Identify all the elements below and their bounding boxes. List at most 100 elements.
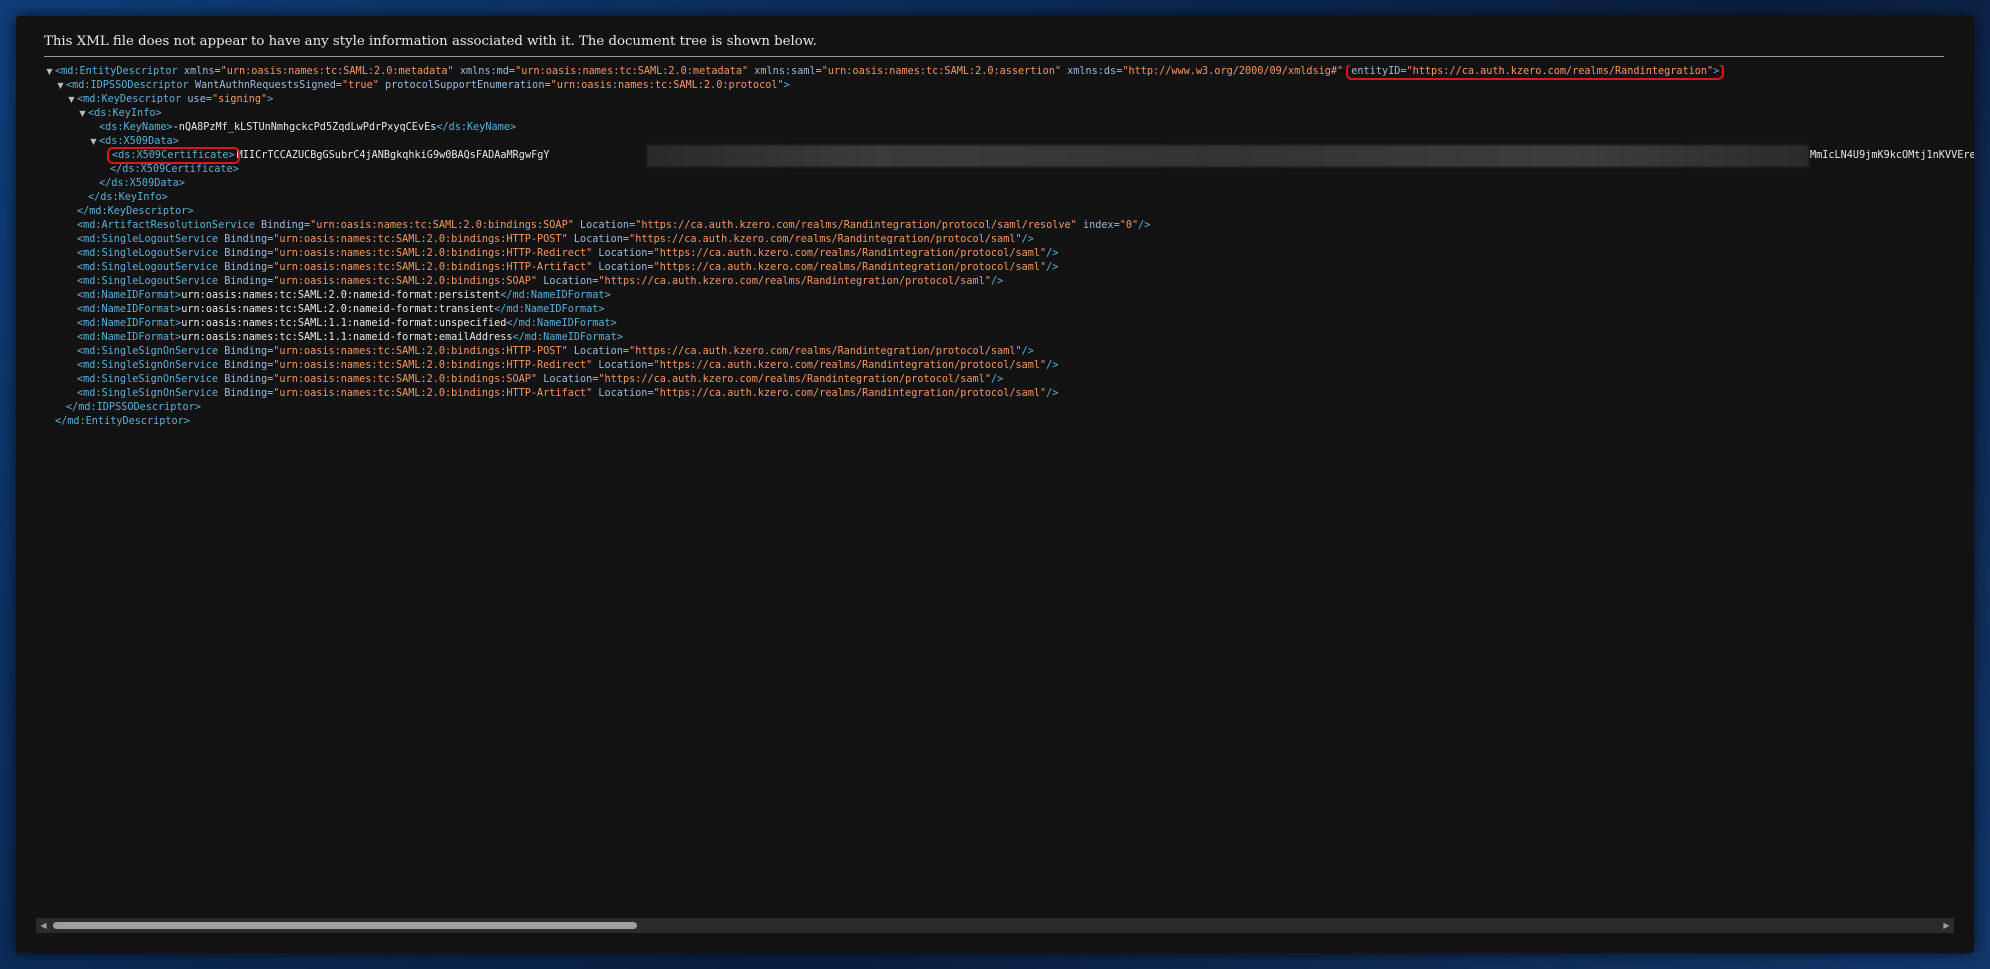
x509-data-close-tag: </ds:X509Data> bbox=[99, 178, 185, 189]
attr-value-protocol-support: "urn:oasis:names:tc:SAML:2.0:protocol" bbox=[550, 80, 784, 91]
attr-value-location: "https://ca.auth.kzero.com/realms/Randin… bbox=[598, 276, 991, 287]
attr-value-binding: "urn:oasis:names:tc:SAML:2.0:bindings:HT… bbox=[273, 360, 593, 371]
tag-close-bracket: > bbox=[267, 94, 274, 105]
self-close-bracket: /> bbox=[1046, 248, 1059, 259]
xml-line-single-logout-service: <md:SingleLogoutService Binding="urn:oas… bbox=[44, 275, 1974, 289]
self-close-bracket: /> bbox=[1021, 346, 1034, 357]
single-sign-on-service-tag: <md:SingleSignOnService bbox=[77, 360, 219, 371]
attr-name-binding: Binding bbox=[224, 248, 268, 259]
single-logout-service-tag: <md:SingleLogoutService bbox=[77, 234, 219, 245]
attr-name-xmlns: xmlns bbox=[183, 66, 215, 77]
key-descriptor-tag: <md:KeyDescriptor bbox=[77, 94, 182, 105]
key-info-tag: <ds:KeyInfo> bbox=[88, 108, 162, 119]
scrollbar-thumb[interactable] bbox=[53, 922, 637, 929]
collapse-toggle-icon[interactable]: ▼ bbox=[77, 107, 88, 121]
attr-value-binding: "urn:oasis:names:tc:SAML:2.0:bindings:SO… bbox=[273, 374, 538, 385]
horizontal-scrollbar[interactable]: ◀ ▶ bbox=[36, 918, 1954, 933]
xml-line-key-info: ▼ <ds:KeyInfo> bbox=[44, 107, 1974, 121]
collapse-toggle-icon[interactable]: ▼ bbox=[44, 65, 55, 79]
attr-value-binding: "urn:oasis:names:tc:SAML:2.0:bindings:HT… bbox=[273, 346, 568, 357]
attr-name-entity-id: entityID bbox=[1351, 66, 1401, 77]
xml-line-entity-descriptor: ▼ <md:EntityDescriptor xmlns="urn:oasis:n… bbox=[44, 65, 1974, 80]
attr-value-location: "https://ca.auth.kzero.com/realms/Randin… bbox=[635, 220, 1077, 231]
xml-line-single-logout-service: <md:SingleLogoutService Binding="urn:oas… bbox=[44, 261, 1974, 275]
attr-name-binding: Binding bbox=[224, 346, 268, 357]
xml-line-x509-certificate: <ds:X509Certificate> MIICrTCCAZUCBgGSubrC… bbox=[44, 145, 1974, 167]
certificate-content: <ds:X509Certificate> MIICrTCCAZUCBgGSubrC… bbox=[107, 145, 1974, 167]
xml-viewer-window: This XML file does not appear to have an… bbox=[16, 16, 1974, 953]
single-sign-on-service-tag: <md:SingleSignOnService bbox=[77, 346, 219, 357]
tag-close-bracket: > bbox=[1713, 66, 1720, 77]
attr-name-use: use bbox=[187, 94, 206, 105]
attr-name-xmlns-saml: xmlns:saml bbox=[754, 66, 816, 77]
attr-value-xmlns-saml: "urn:oasis:names:tc:SAML:2.0:assertion" bbox=[821, 66, 1061, 77]
nameid-format-open-tag: <md:NameIDFormat> bbox=[77, 290, 182, 301]
attr-name-location: Location bbox=[543, 374, 593, 385]
attr-name-binding: Binding bbox=[224, 234, 268, 245]
entity-descriptor-close-tag: </md:EntityDescriptor> bbox=[55, 416, 190, 427]
xml-line-x509-data-close: </ds:X509Data> bbox=[44, 177, 1974, 191]
attr-name-xmlns-ds: xmlns:ds bbox=[1067, 66, 1117, 77]
nameid-format-value: urn:oasis:names:tc:SAML:2.0:nameid-forma… bbox=[181, 290, 501, 301]
key-name-value: -nQA8PzMf_kLSTUnNmhgckcPd5ZqdLwPdrPxyqCE… bbox=[172, 122, 437, 133]
attr-name-binding: Binding bbox=[224, 262, 268, 273]
attr-value-location: "https://ca.auth.kzero.com/realms/Randin… bbox=[653, 360, 1047, 371]
xml-line-entity-descriptor-close: </md:EntityDescriptor> bbox=[44, 415, 1974, 429]
artifact-resolution-service-tag: <md:ArtifactResolutionService bbox=[77, 220, 255, 231]
attr-value-binding: "urn:oasis:names:tc:SAML:2.0:bindings:HT… bbox=[273, 234, 568, 245]
xml-line-nameid-format: <md:NameIDFormat>urn:oasis:names:tc:SAML… bbox=[44, 331, 1974, 345]
single-sign-on-service-tag: <md:SingleSignOnService bbox=[77, 374, 219, 385]
self-close-bracket: /> bbox=[1046, 388, 1059, 399]
xml-line-nameid-format: <md:NameIDFormat>urn:oasis:names:tc:SAML… bbox=[44, 303, 1974, 317]
xml-line-key-info-close: </ds:KeyInfo> bbox=[44, 191, 1974, 205]
collapse-toggle-icon[interactable]: ▼ bbox=[88, 135, 99, 149]
attr-value-binding: "urn:oasis:names:tc:SAML:2.0:bindings:HT… bbox=[273, 248, 593, 259]
xml-line-single-sign-on-service: <md:SingleSignOnService Binding="urn:oas… bbox=[44, 387, 1974, 401]
attr-value-location: "https://ca.auth.kzero.com/realms/Randin… bbox=[653, 248, 1047, 259]
nameid-format-open-tag: <md:NameIDFormat> bbox=[77, 332, 182, 343]
attr-value-location: "https://ca.auth.kzero.com/realms/Randin… bbox=[598, 374, 991, 385]
x509-certificate-close-tag: </ds:X509Certificate> bbox=[110, 164, 239, 175]
attr-value-use: "signing" bbox=[211, 94, 268, 105]
attr-name-location: Location bbox=[579, 220, 630, 231]
attr-name-index: index bbox=[1082, 220, 1114, 231]
self-close-bracket: /> bbox=[990, 374, 1004, 385]
xml-line-idpsso-descriptor: ▼ <md:IDPSSODescriptor WantAuthnRequestsS… bbox=[44, 79, 1974, 93]
attr-value-location: "https://ca.auth.kzero.com/realms/Randin… bbox=[629, 346, 1022, 357]
scroll-left-icon[interactable]: ◀ bbox=[36, 918, 51, 933]
xml-line-single-sign-on-service: <md:SingleSignOnService Binding="urn:oas… bbox=[44, 345, 1974, 359]
nameid-format-value: urn:oasis:names:tc:SAML:1.1:nameid-forma… bbox=[181, 332, 513, 343]
attr-value-location: "https://ca.auth.kzero.com/realms/Randin… bbox=[653, 388, 1047, 399]
xml-document-tree: ▼ <md:EntityDescriptor xmlns="urn:oasis:n… bbox=[44, 65, 1974, 925]
attr-name-protocol-support: protocolSupportEnumeration bbox=[384, 80, 545, 91]
attr-value-binding: "urn:oasis:names:tc:SAML:2.0:bindings:HT… bbox=[273, 262, 593, 273]
key-descriptor-close-tag: </md:KeyDescriptor> bbox=[77, 206, 194, 217]
attr-value-binding: "urn:oasis:names:tc:SAML:2.0:bindings:SO… bbox=[273, 276, 538, 287]
attr-value-binding: "urn:oasis:names:tc:SAML:2.0:bindings:SO… bbox=[310, 220, 574, 231]
nameid-format-value: urn:oasis:names:tc:SAML:2.0:nameid-forma… bbox=[181, 304, 495, 315]
collapse-toggle-icon[interactable]: ▼ bbox=[66, 93, 77, 107]
attr-value-want-authn: "true" bbox=[342, 80, 379, 91]
self-close-bracket: /> bbox=[1046, 262, 1059, 273]
attr-name-binding: Binding bbox=[224, 360, 268, 371]
certificate-value-start: MIICrTCCAZUCBgGSubrC4jANBgkqhkiG9w0BAQsF… bbox=[236, 150, 550, 161]
scroll-right-icon[interactable]: ▶ bbox=[1939, 918, 1954, 933]
single-logout-service-tag: <md:SingleLogoutService bbox=[77, 276, 219, 287]
entity-id-highlight: entityID="https://ca.auth.kzero.com/real… bbox=[1346, 65, 1725, 80]
attr-value-binding: "urn:oasis:names:tc:SAML:2.0:bindings:HT… bbox=[273, 388, 593, 399]
nameid-format-close-tag: </md:NameIDFormat> bbox=[500, 290, 611, 301]
entity-descriptor-tag: <md:EntityDescriptor bbox=[55, 66, 178, 77]
collapse-toggle-icon[interactable]: ▼ bbox=[55, 79, 66, 93]
nameid-format-close-tag: </md:NameIDFormat> bbox=[494, 304, 605, 315]
xml-line-single-logout-service: <md:SingleLogoutService Binding="urn:oas… bbox=[44, 247, 1974, 261]
attr-value-entity-id: "https://ca.auth.kzero.com/realms/Randin… bbox=[1406, 66, 1714, 77]
attr-name-location: Location bbox=[573, 346, 623, 357]
attr-name-location: Location bbox=[598, 360, 648, 371]
attr-value-xmlns-md: "urn:oasis:names:tc:SAML:2.0:metadata" bbox=[515, 66, 749, 77]
attr-name-location: Location bbox=[543, 276, 593, 287]
key-info-close-tag: </ds:KeyInfo> bbox=[88, 192, 168, 203]
single-logout-service-tag: <md:SingleLogoutService bbox=[77, 262, 219, 273]
xml-line-key-descriptor: ▼ <md:KeyDescriptor use="signing"> bbox=[44, 93, 1974, 107]
xml-line-single-sign-on-service: <md:SingleSignOnService Binding="urn:oas… bbox=[44, 359, 1974, 373]
single-logout-service-tag: <md:SingleLogoutService bbox=[77, 248, 219, 259]
